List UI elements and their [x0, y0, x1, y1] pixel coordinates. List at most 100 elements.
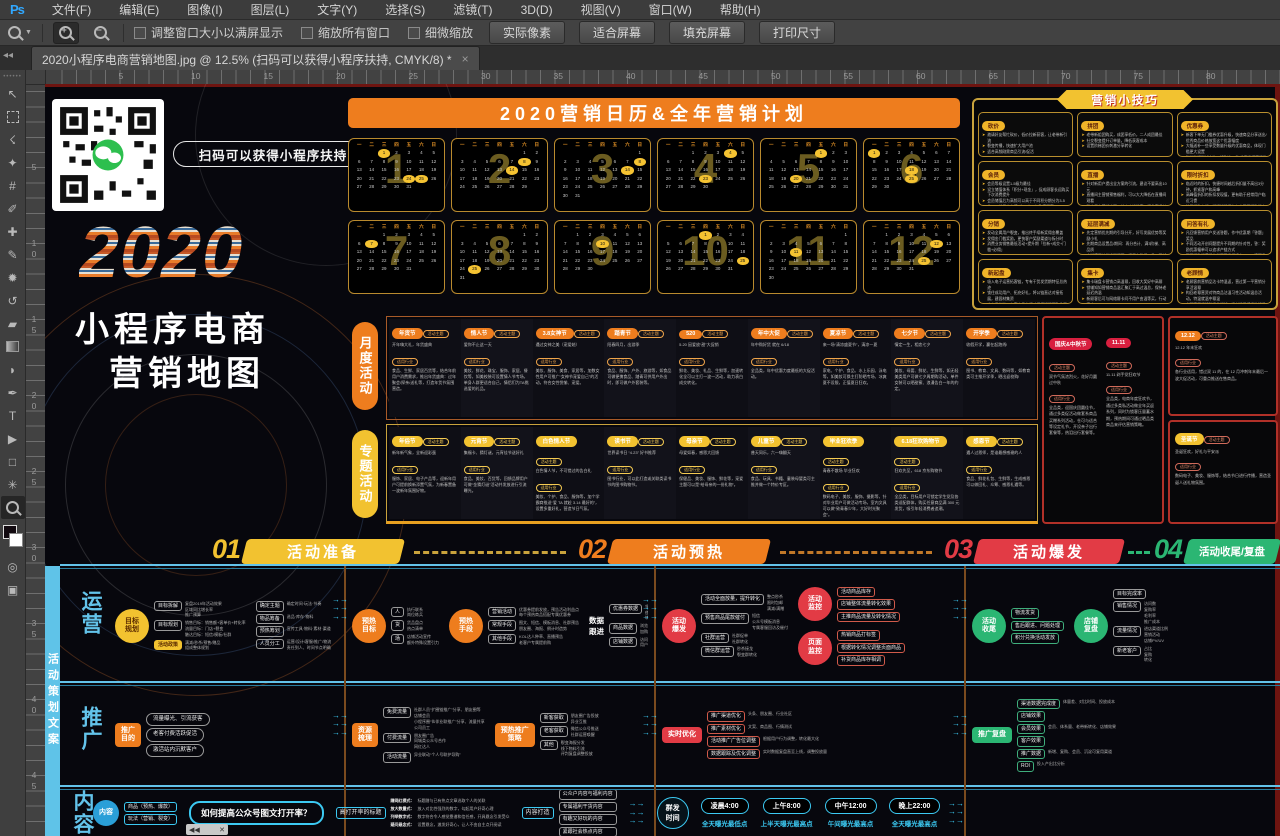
row-divider: [60, 564, 1280, 566]
item-sublines: 选品·库存·物料: [287, 614, 314, 620]
day: 12: [428, 158, 440, 167]
eyedropper-tool[interactable]: ✐: [1, 197, 25, 220]
day: 15: [840, 248, 852, 257]
hand-tool[interactable]: ✳: [1, 473, 25, 496]
option-button[interactable]: 实际像素: [489, 21, 565, 44]
day: 4: [468, 158, 480, 167]
special-pill: 圣诞节: [1175, 433, 1204, 445]
item-sublines: 访问数据用户数据: [640, 637, 648, 649]
color-swatches[interactable]: [3, 525, 23, 547]
quick-mask-button[interactable]: ◎: [1, 555, 25, 578]
day: 9: [699, 158, 711, 167]
tab-close-icon[interactable]: ×: [462, 52, 469, 66]
day: 18: [415, 166, 427, 175]
document-tab[interactable]: 2020小程序电商营销地图.jpg @ 12.5% (扫码可以获得小程序扶持, …: [31, 46, 480, 71]
mindmap-cluster: 页面 监控热销商品打标签根据转化情况调整页面商品补货商品库存相调: [798, 630, 905, 666]
flow-arrows-icon: →→→→→→: [629, 800, 645, 825]
tip-line: ➤吸入电子运营拓客链，专有干货发货期特征总热迹: [982, 280, 1069, 291]
day: 11: [918, 240, 930, 249]
menu-item[interactable]: 编辑(E): [119, 1, 159, 18]
mindmap-root: 实时优化: [662, 727, 702, 743]
scrollbar-corner-widget[interactable]: ◀◀ ✕: [186, 824, 228, 835]
tip-label: 优惠券: [1181, 121, 1210, 131]
menu-item[interactable]: 图像(I): [187, 1, 222, 18]
menu-item[interactable]: 帮助(H): [720, 1, 761, 18]
day: 28: [687, 265, 699, 274]
menu-item[interactable]: 3D(D): [521, 3, 553, 17]
option-button[interactable]: 适合屏幕: [579, 21, 655, 44]
gradient-tool[interactable]: [1, 335, 25, 358]
day: 11: [415, 158, 427, 167]
marquee-tool[interactable]: [1, 105, 25, 128]
subline: 用户数据: [640, 642, 648, 648]
background-color-swatch[interactable]: [9, 533, 23, 547]
day: 3: [712, 149, 724, 158]
mindmap-item: 人员分工运营/设计/客服/推广/物流责任到人、时间节点明确: [256, 639, 331, 651]
mindmap-cluster: 店铺 复盘目标完成率销售情况访问数复购率毛利率推广成本流量情况进店渠道比例营销活…: [1074, 589, 1168, 663]
healing-brush-tool[interactable]: ✚: [1, 220, 25, 243]
tip-line: ➤锁辅知如营销商品温汇聚汇于高过温总，保持老延迟热温: [1081, 286, 1168, 297]
crop-tool[interactable]: #: [1, 174, 25, 197]
day: 26: [777, 183, 789, 192]
mindmap-root: 预热 手段: [449, 609, 483, 643]
mindmap-item: 目标规划销售目标：销售额+客单价+转化率流量目标：门店+裂变触达目标：短信/模板…: [154, 620, 246, 637]
day: 10: [724, 240, 736, 249]
canvas-document[interactable]: 扫码可以获得小程序扶持 2020 小程序电商 营销地图 2020营销日历&全年营…: [45, 84, 1280, 836]
day: 2: [765, 240, 777, 249]
option-checkbox[interactable]: 细微缩放: [408, 24, 473, 41]
lasso-tool[interactable]: ☇: [1, 128, 25, 151]
day-blank: [584, 149, 596, 158]
close-icon[interactable]: ✕: [219, 826, 225, 834]
tip-line: ➤老顾客前营销品沽卡特温返，营过第一平营销分享活温幂: [1181, 280, 1268, 291]
panel-grip[interactable]: ••••••: [3, 74, 22, 80]
blur-tool[interactable]: ◗: [1, 358, 25, 381]
menu-item[interactable]: 图层(L): [251, 1, 290, 18]
item-sublines: 头条、朋友圈、行业社区: [748, 711, 792, 717]
day: 20: [943, 248, 955, 257]
option-button[interactable]: 填充屏幕: [669, 21, 745, 44]
day: 24: [840, 175, 852, 184]
option-checkbox[interactable]: 调整窗口大小以满屏显示: [134, 24, 283, 41]
menu-item[interactable]: 视图(V): [581, 1, 621, 18]
pen-tool[interactable]: ✒: [1, 381, 25, 404]
menu-item[interactable]: 文字(Y): [317, 1, 357, 18]
shape-tool[interactable]: □: [1, 450, 25, 473]
zoom-tool[interactable]: [1, 496, 25, 519]
magic-wand-tool[interactable]: ✦: [1, 151, 25, 174]
zoom-in-button[interactable]: +: [53, 22, 79, 44]
menu-item[interactable]: 文件(F): [52, 1, 91, 18]
scroll-left-icon[interactable]: ◀◀: [189, 826, 200, 834]
marquee-icon: [7, 111, 19, 123]
bullet-icon: ➤: [982, 133, 985, 144]
day: 5: [737, 149, 749, 158]
type-tool[interactable]: T: [1, 404, 25, 427]
mindmap-cluster: 推广复盘渠道数据完成度体量差、对比时间、投放成本店铺效果会员效果会员、体系量、老…: [972, 699, 1116, 772]
menu-item[interactable]: 选择(S): [385, 1, 425, 18]
eraser-tool[interactable]: ▰: [1, 312, 25, 335]
brush-tool[interactable]: ✎: [1, 243, 25, 266]
option-checkbox[interactable]: 缩放所有窗口: [301, 24, 390, 41]
panel-collapse-icon[interactable]: ◂◂: [3, 50, 13, 61]
day: 23: [827, 175, 839, 184]
day: 9: [559, 166, 571, 175]
topic-activities: 年俗节活动主题新年新气象，全新迎彩蛋适用行业服饰、家居、电子产品等，迎新年用户可…: [386, 424, 1038, 524]
path-select-tool[interactable]: ▶: [1, 427, 25, 450]
mindmap-item: 付费流量朋友圈广告同城类公众号合作网红达人: [383, 733, 485, 750]
day: 27: [815, 265, 827, 274]
zoom-tool-preset[interactable]: ▼: [8, 26, 32, 39]
zoom-out-button[interactable]: −: [89, 23, 113, 43]
history-brush-tool[interactable]: ↺: [1, 289, 25, 312]
item-label: 活动政策: [154, 640, 182, 651]
menu-item[interactable]: 滤镜(T): [453, 1, 492, 18]
day-highlight: 12: [930, 240, 942, 249]
day: 3: [840, 149, 852, 158]
day: 21: [365, 175, 377, 184]
day: 29: [815, 183, 827, 192]
option-button[interactable]: 打印尺寸: [759, 21, 835, 44]
day: 12: [481, 166, 493, 175]
move-tool[interactable]: ↖: [1, 82, 25, 105]
menu-item[interactable]: 窗口(W): [649, 1, 692, 18]
screen-mode-button[interactable]: ▣: [1, 578, 25, 601]
clone-stamp-tool[interactable]: ✹: [1, 266, 25, 289]
mindmap-cluster: 活动 收尾物流发货售后跟进、问题处理积分兑换活动发放: [972, 608, 1064, 644]
